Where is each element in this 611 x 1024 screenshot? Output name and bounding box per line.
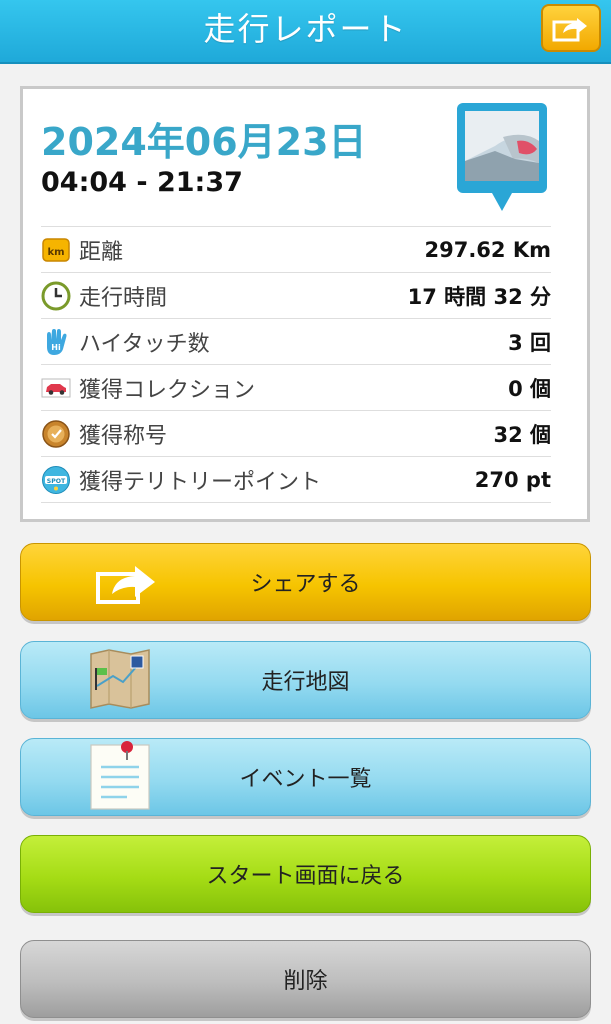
stat-row-collection: 獲得コレクション 0 個 [41,364,551,410]
svg-text:Hi: Hi [51,343,61,352]
stat-label: 獲得称号 [79,423,168,449]
car-icon [41,373,71,403]
stat-row-titles: 獲得称号 32 個 [41,410,551,456]
delete-button[interactable]: 削除 [20,940,591,1018]
high-five-icon: Hi [41,327,71,357]
event-list-button[interactable]: イベント一覧 [20,738,591,816]
medal-icon [41,419,71,449]
stat-row-high-touch: Hi ハイタッチ数 3 回 [41,318,551,364]
spot-icon: SPOT [41,465,71,495]
stat-value: 3 回 [508,330,551,355]
stat-label: 走行時間 [79,285,168,311]
drive-map-button-label: 走行地図 [261,670,350,695]
report-stats: km 距離 297.62 Km 走行時間 17 時間 32 分 Hi ハイタッチ… [41,226,551,503]
km-icon: km [41,235,71,265]
share-arrow-icon [552,18,587,42]
stat-row-territory: SPOT 獲得テリトリーポイント 270 pt [41,456,551,503]
back-to-start-button[interactable]: スタート画面に戻る [20,835,591,913]
stat-row-drive-time: 走行時間 17 時間 32 分 [41,272,551,318]
share-button-label: シェアする [250,572,361,597]
back-to-start-button-label: スタート画面に戻る [206,864,405,889]
stat-value: 0 個 [508,376,551,401]
stat-value: 32 個 [493,422,551,447]
page-title: 走行レポート [203,10,408,48]
stat-label: 獲得テリトリーポイント [79,469,322,495]
clock-icon [41,281,71,311]
share-button[interactable]: シェアする [20,543,591,621]
stat-row-distance: km 距離 297.62 Km [41,226,551,272]
drive-map-button[interactable]: 走行地図 [20,641,591,719]
delete-button-label: 削除 [283,969,328,994]
memo-pin-icon [90,741,150,810]
event-list-button-label: イベント一覧 [239,767,372,792]
report-card: 2024年06月23日 04:04 - 21:37 km 距離 297.62 K… [20,86,590,522]
time-range: 04:04 - 21:37 [41,167,243,198]
stat-value: 297.62 Km [424,237,551,262]
header-share-button[interactable] [541,4,601,52]
stat-value: 270 pt [474,467,551,492]
stat-label: ハイタッチ数 [79,331,210,357]
stat-label: 獲得コレクション [79,377,256,403]
svg-text:SPOT: SPOT [47,477,66,484]
svg-text:km: km [47,247,64,258]
app-header: 走行レポート [0,0,611,64]
report-date: 2024年06月23日 [41,120,367,164]
photo-pin[interactable] [455,101,549,219]
map-icon [90,649,150,709]
share-arrow-icon [96,566,155,604]
stat-value: 17 時間 32 分 [407,284,551,309]
stat-label: 距離 [79,239,124,265]
photo-pin-icon [457,103,547,211]
